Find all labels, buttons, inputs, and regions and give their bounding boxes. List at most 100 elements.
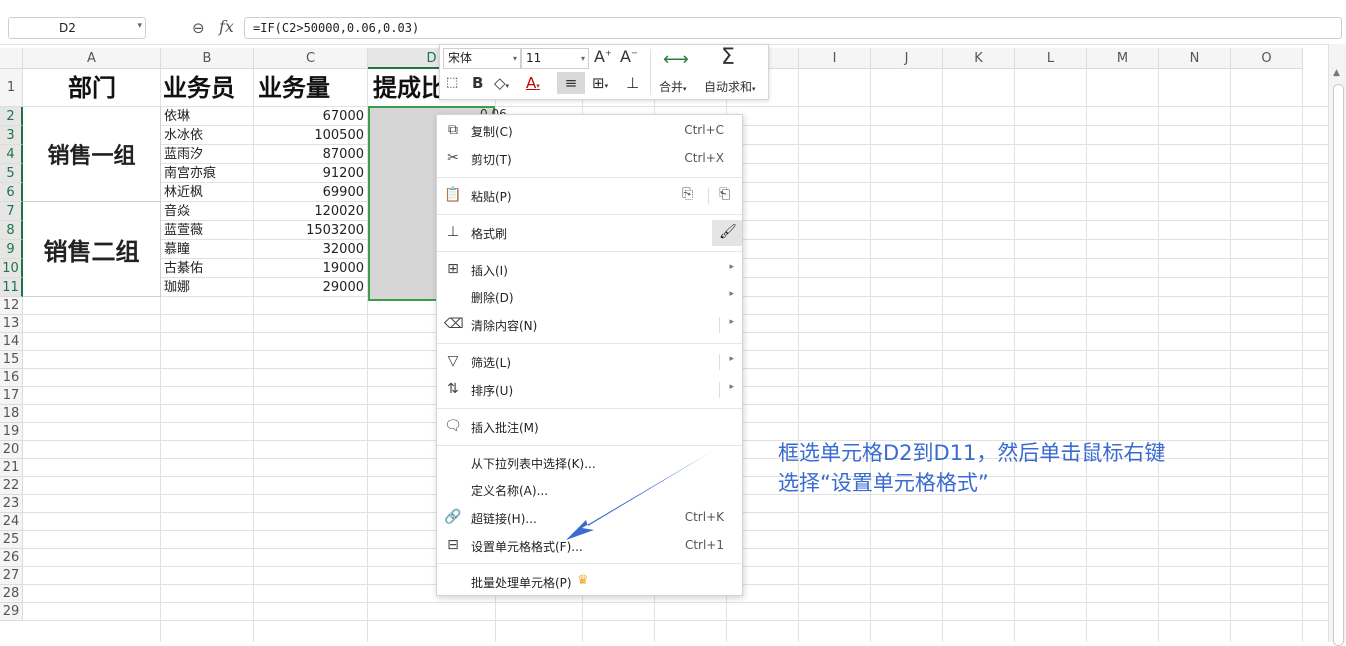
menu-item-insert-comment[interactable]: 🗨 插入批注(M) <box>437 414 742 440</box>
bold-icon[interactable]: B <box>472 74 483 92</box>
table-cell-volume[interactable]: 29000 <box>254 278 367 296</box>
row-header-12[interactable]: 12 <box>0 297 23 315</box>
table-cell-volume[interactable]: 120020 <box>254 202 367 220</box>
expand-icon[interactable]: ⬚ <box>446 75 458 90</box>
row-header-19[interactable]: 19 <box>0 423 23 441</box>
vertical-scrollbar[interactable]: ▲ <box>1328 44 1346 646</box>
row-header-14[interactable]: 14 <box>0 333 23 351</box>
paste-values-icon[interactable]: ⎗ <box>719 186 730 202</box>
header-cell-c1[interactable]: 业务量 <box>258 69 370 106</box>
fx-icon[interactable]: fx <box>219 17 234 36</box>
menu-item-paste[interactable]: 📋 粘贴(P) ⎘ ⎗ <box>437 183 742 209</box>
column-header-o[interactable]: O <box>1231 48 1303 69</box>
row-header-5[interactable]: 5 <box>0 164 23 183</box>
name-box[interactable]: D2 ▾ <box>8 17 146 39</box>
table-cell-volume[interactable]: 91200 <box>254 164 367 182</box>
table-cell-volume[interactable]: 32000 <box>254 240 367 258</box>
menu-item-sort[interactable]: ⇅ 排序(U) ▸ <box>437 377 742 403</box>
row-header-10[interactable]: 10 <box>0 259 23 278</box>
row-header-21[interactable]: 21 <box>0 459 23 477</box>
row-header-1[interactable]: 1 <box>0 69 23 107</box>
font-size-select[interactable]: 11 ▾ <box>521 48 589 69</box>
row-header-7[interactable]: 7 <box>0 202 23 221</box>
menu-item-copy[interactable]: ⧉ 复制(C) Ctrl+C <box>437 118 742 144</box>
border-icon[interactable]: ⊞▾ <box>592 74 608 92</box>
table-cell-name[interactable]: 南宫亦痕 <box>161 164 253 182</box>
column-header-m[interactable]: M <box>1087 48 1159 69</box>
table-cell-volume[interactable]: 67000 <box>254 107 367 125</box>
row-header-16[interactable]: 16 <box>0 369 23 387</box>
autosum-icon[interactable]: Σ <box>721 45 735 70</box>
row-header-24[interactable]: 24 <box>0 513 23 531</box>
table-cell-volume[interactable]: 1503200 <box>254 221 367 239</box>
table-cell-name[interactable]: 蓝雨汐 <box>161 145 253 163</box>
row-header-17[interactable]: 17 <box>0 387 23 405</box>
table-cell-name[interactable]: 古綦佑 <box>161 259 253 277</box>
font-name-select[interactable]: 宋体 ▾ <box>443 48 521 69</box>
menu-item-define-name[interactable]: 定义名称(A)... <box>437 477 742 503</box>
row-header-20[interactable]: 20 <box>0 441 23 459</box>
menu-item-format-cells[interactable]: ⊟ 设置单元格格式(F)... Ctrl+1 <box>437 533 742 559</box>
column-header-k[interactable]: K <box>943 48 1015 69</box>
autosum-label[interactable]: 自动求和▾ <box>704 78 756 95</box>
table-cell-name[interactable]: 慕瞳 <box>161 240 253 258</box>
table-cell-volume[interactable]: 19000 <box>254 259 367 277</box>
header-cell-a1[interactable]: 部门 <box>24 69 160 106</box>
column-header-b[interactable]: B <box>161 48 254 69</box>
table-cell-name[interactable]: 水冰依 <box>161 126 253 144</box>
fill-color-icon[interactable]: ◇▾ <box>494 74 509 92</box>
row-header-27[interactable]: 27 <box>0 567 23 585</box>
formula-input[interactable]: =IF(C2>50000,0.06,0.03) <box>244 17 1342 39</box>
row-header-8[interactable]: 8 <box>0 221 23 240</box>
row-header-22[interactable]: 22 <box>0 477 23 495</box>
menu-item-clear[interactable]: ⌫ 清除内容(N) ▸ <box>437 312 742 338</box>
row-header-29[interactable]: 29 <box>0 603 23 621</box>
select-all-corner[interactable] <box>0 48 23 69</box>
menu-item-filter[interactable]: ▽ 筛选(L) ▸ <box>437 349 742 375</box>
row-header-15[interactable]: 15 <box>0 351 23 369</box>
row-header-18[interactable]: 18 <box>0 405 23 423</box>
group-cell-2[interactable]: 销售二组 <box>23 202 161 297</box>
row-header-2[interactable]: 2 <box>0 107 23 126</box>
format-painter-quick-button[interactable]: 🖌 <box>712 220 742 246</box>
align-center-icon[interactable]: ≡ <box>557 72 585 94</box>
merge-label[interactable]: 合并▾ <box>659 78 687 95</box>
merge-icon[interactable]: ⟷ <box>663 49 689 70</box>
menu-item-delete[interactable]: 删除(D) ▸ <box>437 284 742 310</box>
column-header-i[interactable]: I <box>799 48 871 69</box>
table-cell-name[interactable]: 蓝萱薇 <box>161 221 253 239</box>
menu-item-insert[interactable]: ⊞ 插入(I) ▸ <box>437 257 742 283</box>
format-painter-icon[interactable]: ⊥ <box>626 74 639 92</box>
menu-item-pick-from-list[interactable]: 从下拉列表中选择(K)... <box>437 450 742 476</box>
row-header-6[interactable]: 6 <box>0 183 23 202</box>
menu-item-hyperlink[interactable]: 🔗 超链接(H)... Ctrl+K <box>437 505 742 531</box>
row-header-23[interactable]: 23 <box>0 495 23 513</box>
column-header-j[interactable]: J <box>871 48 943 69</box>
decrease-font-icon[interactable]: A− <box>620 47 638 66</box>
menu-item-format-painter[interactable]: ⊥ 格式刷 🖌 <box>437 220 742 246</box>
increase-font-icon[interactable]: A+ <box>594 47 612 66</box>
row-header-26[interactable]: 26 <box>0 549 23 567</box>
scrollbar-thumb[interactable] <box>1333 84 1344 646</box>
table-cell-name[interactable]: 依琳 <box>161 107 253 125</box>
row-header-9[interactable]: 9 <box>0 240 23 259</box>
table-cell-volume[interactable]: 87000 <box>254 145 367 163</box>
row-header-4[interactable]: 4 <box>0 145 23 164</box>
chevron-down-icon[interactable]: ▾ <box>137 21 142 31</box>
zoom-icon[interactable]: ⊖ <box>192 19 205 37</box>
font-color-icon[interactable]: A▾ <box>526 74 540 92</box>
column-header-c[interactable]: C <box>254 48 368 69</box>
table-cell-name[interactable]: 珈娜 <box>161 278 253 296</box>
paste-text-only-icon[interactable]: ⎘ <box>682 186 693 202</box>
row-header-3[interactable]: 3 <box>0 126 23 145</box>
menu-item-cut[interactable]: ✂ 剪切(T) Ctrl+X <box>437 146 742 172</box>
table-cell-volume[interactable]: 69900 <box>254 183 367 201</box>
group-cell-1[interactable]: 销售一组 <box>23 107 161 202</box>
row-header-11[interactable]: 11 <box>0 278 23 297</box>
row-header-25[interactable]: 25 <box>0 531 23 549</box>
table-cell-name[interactable]: 音焱 <box>161 202 253 220</box>
table-cell-volume[interactable]: 100500 <box>254 126 367 144</box>
scroll-up-icon[interactable]: ▲ <box>1333 68 1340 78</box>
menu-item-batch-process[interactable]: 批量处理单元格(P) ♛ <box>437 569 742 595</box>
row-header-13[interactable]: 13 <box>0 315 23 333</box>
